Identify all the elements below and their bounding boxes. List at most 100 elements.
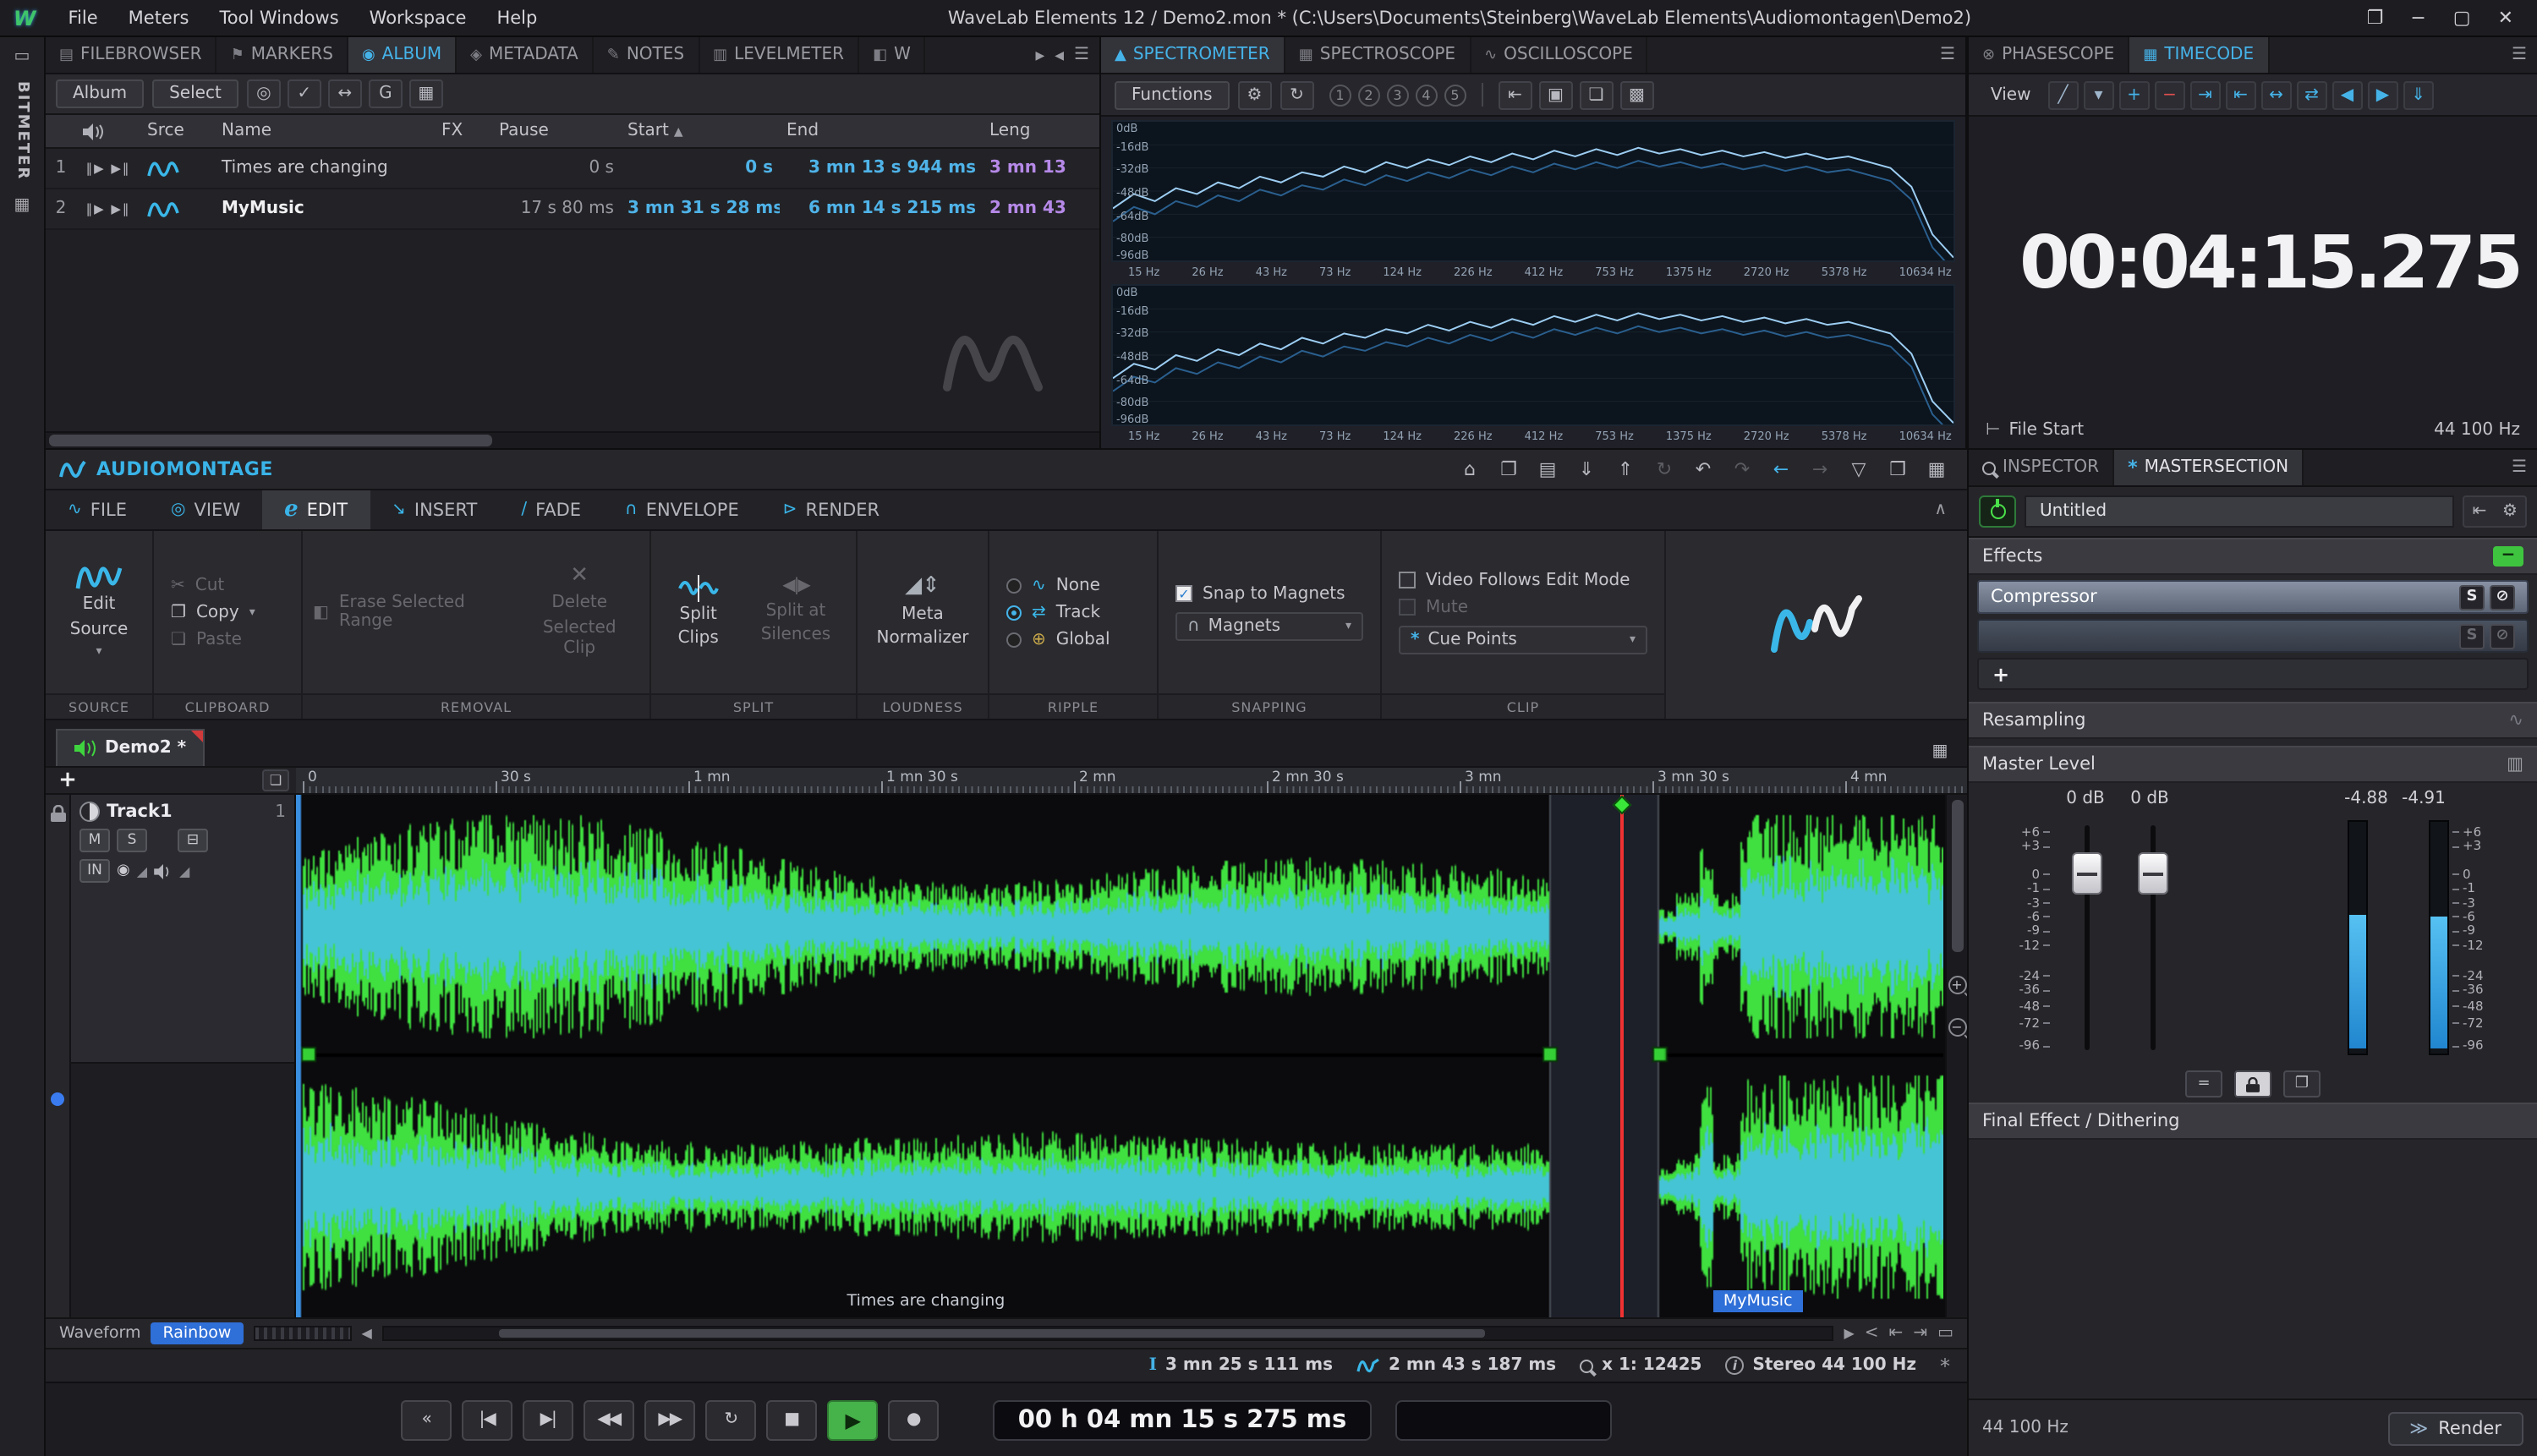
- compressor-bypass-icon[interactable]: ⊘: [2490, 584, 2515, 610]
- float-window-button[interactable]: ❒: [1881, 455, 1915, 484]
- grid-button[interactable]: ▦: [408, 79, 443, 108]
- new-window-button[interactable]: ❐: [1492, 455, 1526, 484]
- autoplay-mode-button[interactable]: ◎: [246, 79, 281, 108]
- tab-phasescope[interactable]: ⊗ PHASESCOPE: [1969, 37, 2130, 73]
- pregap-button[interactable]: ↔: [327, 79, 362, 108]
- header-leng[interactable]: Leng: [983, 122, 1099, 140]
- track-stereo-toggle[interactable]: [79, 802, 100, 822]
- grid-icon[interactable]: ▦: [9, 194, 35, 216]
- master-level-section-header[interactable]: Master Level ▥: [1969, 746, 2537, 783]
- ribbon-tab-view[interactable]: ◎ VIEW: [149, 490, 262, 529]
- record-button[interactable]: ●: [887, 1399, 939, 1440]
- album-menu-button[interactable]: Album: [56, 79, 145, 108]
- nav-back-button[interactable]: ←: [1764, 455, 1798, 484]
- go-to-end-button[interactable]: ▶|: [522, 1399, 573, 1440]
- ripple-track-radio[interactable]: ⇄ Track: [1006, 603, 1140, 621]
- link-faders-icon[interactable]: =: [2185, 1070, 2222, 1097]
- ribbon-tab-file[interactable]: ∿ FILE: [46, 490, 149, 529]
- apply-button[interactable]: ✓: [287, 79, 321, 108]
- automation-icon[interactable]: ◢: [137, 863, 147, 879]
- zoom-strip[interactable]: [253, 1326, 352, 1341]
- ripple-none-radio[interactable]: ∿ None: [1006, 576, 1140, 594]
- track-layout-icon[interactable]: ❏: [262, 769, 289, 791]
- tabs-scroll-right-icon[interactable]: ▶: [1036, 48, 1045, 62]
- share-icon[interactable]: <: [1865, 1324, 1879, 1343]
- panel-menu-icon[interactable]: ☰: [2512, 46, 2527, 64]
- status-settings-icon[interactable]: *: [1940, 1354, 1950, 1377]
- split-clips-button[interactable]: Split Clips: [666, 571, 731, 654]
- reset-chain-icon[interactable]: ⇤: [2464, 497, 2495, 526]
- menu-item-workspace[interactable]: Workspace: [354, 8, 482, 28]
- master-fader-left[interactable]: [2071, 820, 2101, 1055]
- home-button[interactable]: ⌂: [1453, 455, 1487, 484]
- solo-button[interactable]: S: [117, 829, 147, 852]
- tab-filebrowser[interactable]: ▤ FILEBROWSER: [46, 37, 217, 73]
- export-button[interactable]: ⇑: [1608, 455, 1642, 484]
- paste-button[interactable]: ❏ Paste: [171, 630, 284, 649]
- tab-markers[interactable]: ⚑ MARKERS: [217, 37, 348, 73]
- panel-menu-icon[interactable]: ☰: [1074, 46, 1089, 64]
- track-options-icon[interactable]: ⊟: [178, 829, 208, 852]
- ribbon-tab-render[interactable]: ⊳ RENDER: [761, 490, 901, 529]
- panel-menu-icon[interactable]: ☰: [1940, 46, 1955, 64]
- effects-section-header[interactable]: Effects −: [1969, 538, 2537, 575]
- delete-selected-clip-button[interactable]: ✕ Delete Selected Clip: [519, 560, 639, 665]
- drop-marker-icon[interactable]: ▾: [2083, 80, 2114, 109]
- timeline-hscrollbar[interactable]: [381, 1326, 1834, 1341]
- track-focus-indicator[interactable]: [51, 1092, 64, 1106]
- delete-marker-button[interactable]: −: [2154, 80, 2185, 109]
- preset-3-button[interactable]: 3: [1386, 84, 1409, 106]
- empty-solo-button[interactable]: S: [2459, 623, 2485, 649]
- gear-icon[interactable]: ⚙: [1237, 80, 1272, 109]
- header-start[interactable]: Start ▲: [621, 122, 780, 140]
- tabbar-menu-icon[interactable]: ▦: [1923, 737, 1957, 766]
- view-menu-button[interactable]: View: [1981, 85, 2041, 104]
- sync-button[interactable]: ↻: [1647, 455, 1681, 484]
- ribbon-tab-insert[interactable]: ↘ INSERT: [370, 490, 499, 529]
- menu-item-file[interactable]: File: [53, 8, 113, 28]
- panel-menu-icon[interactable]: ☰: [2512, 458, 2527, 477]
- rewind-button[interactable]: ◀◀: [583, 1399, 634, 1440]
- functions-button[interactable]: Functions: [1115, 80, 1230, 109]
- preset-5-button[interactable]: 5: [1444, 84, 1466, 106]
- master-gear-icon[interactable]: ⚙: [2495, 497, 2525, 526]
- timeline-ruler[interactable]: 0 30 s 1 mn 1 mn 30 s 2 mn 2 mn 30 s 3 mn 3 mn …: [296, 768, 1967, 795]
- effect-slot-compressor[interactable]: Compressor S ⊘: [1977, 580, 2529, 614]
- render-button[interactable]: ≫ Render: [2387, 1411, 2523, 1445]
- zoom-in-icon[interactable]: +: [1948, 976, 1966, 994]
- nav-forward-button[interactable]: →: [1803, 455, 1837, 484]
- prev-marker-button[interactable]: «: [400, 1399, 452, 1440]
- tab-levelmeter[interactable]: ▥ LEVELMETER: [699, 37, 860, 73]
- edit-source-button[interactable]: Edit Source ▾: [56, 559, 142, 666]
- preset-2-button[interactable]: 2: [1357, 84, 1380, 106]
- compressor-solo-button[interactable]: S: [2459, 584, 2485, 610]
- track-more-icon[interactable]: ◢: [179, 863, 189, 879]
- header-pause[interactable]: Pause: [492, 122, 621, 140]
- panel-layout-button[interactable]: ▦: [1920, 455, 1953, 484]
- snapshot-button[interactable]: ▣: [1538, 80, 1573, 109]
- clip-label-mymusic[interactable]: MyMusic: [1712, 1290, 1803, 1312]
- import-markers-icon[interactable]: ⇓: [2403, 80, 2434, 109]
- erase-selected-range-button[interactable]: ◧ Erase Selected Range: [313, 594, 502, 631]
- export-spectrum-button[interactable]: ⇤: [1498, 80, 1532, 109]
- split-at-silences-button[interactable]: ◀|▶ Split at Silences: [751, 574, 841, 651]
- header-srce[interactable]: Srce: [140, 122, 215, 140]
- add-effect-button[interactable]: +: [1977, 658, 2529, 690]
- tab-timecode[interactable]: ▦ TIMECODE: [2129, 37, 2270, 73]
- menu-item-tool-windows[interactable]: Tool Windows: [204, 8, 353, 28]
- tab-w[interactable]: ◧ W: [859, 37, 926, 73]
- close-button[interactable]: ✕: [2498, 7, 2513, 29]
- tab-album[interactable]: ◉ ALBUM: [348, 37, 458, 73]
- transport-time-display[interactable]: 00 h 04 mn 15 s 275 ms: [992, 1399, 1373, 1440]
- snap-left-icon[interactable]: ⇥: [2189, 80, 2221, 109]
- input-button[interactable]: IN: [79, 859, 110, 883]
- snap-to-magnets-checkbox[interactable]: ✓ Snap to Magnets: [1175, 584, 1363, 603]
- screen-icon[interactable]: ▭: [1937, 1324, 1953, 1343]
- snap-right-icon[interactable]: ⇤: [2225, 80, 2256, 109]
- file-start-label[interactable]: File Start: [2008, 420, 2084, 439]
- waveform-viewport[interactable]: Times are changing MyMusic + −: [296, 795, 1967, 1317]
- preset-4-button[interactable]: 4: [1415, 84, 1438, 106]
- spread-markers-icon[interactable]: ↔: [2260, 80, 2292, 109]
- menu-item-help[interactable]: Help: [481, 8, 552, 28]
- zoom-out-icon[interactable]: −: [1948, 1018, 1966, 1037]
